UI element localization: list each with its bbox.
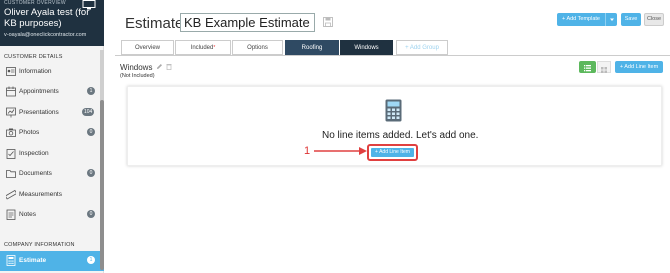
count-badge: 1 (87, 87, 95, 95)
ruler-icon (6, 189, 16, 200)
customer-overview-label: CUSTOMER OVERVIEW (4, 0, 66, 6)
count-badge: 104 (82, 108, 95, 116)
estimate-page: CUSTOMER OVERVIEW Oliver Ayala test (for… (0, 0, 670, 273)
tab-divider (115, 55, 670, 56)
trash-icon[interactable] (166, 63, 172, 70)
scrollbar-thumb[interactable] (100, 100, 104, 270)
company-information-heading: COMPANY INFORMATION (4, 242, 75, 248)
calculator-icon (385, 99, 402, 122)
inspection-icon (6, 149, 16, 159)
sidebar-item-label: Information (19, 68, 52, 75)
add-line-item-button-center[interactable]: + Add Line Item (371, 148, 414, 157)
sidebar-item-label: Photos (19, 129, 40, 136)
sidebar-item-label: Appointments (19, 88, 59, 95)
info-card-icon (6, 67, 16, 76)
tab-windows[interactable]: Windows (340, 40, 393, 55)
calculator-icon (6, 255, 16, 266)
customer-name: Oliver Ayala test (for KB purposes) (4, 7, 90, 29)
pencil-icon[interactable] (156, 63, 163, 70)
caret-down-icon (610, 18, 614, 21)
sidebar-item-label: Inspection (19, 150, 49, 157)
sidebar-item-information[interactable]: Information (0, 62, 100, 82)
count-badge: 1 (87, 256, 95, 264)
sidebar-item-inspection[interactable]: Inspection (0, 144, 100, 164)
step-number-annotation: 1 (304, 145, 311, 157)
group-status: (Not Included) (120, 73, 155, 79)
close-button[interactable]: Close (644, 13, 664, 26)
count-badge: 0 (87, 169, 95, 177)
sidebar-scrollbar[interactable] (100, 50, 104, 270)
customer-details-heading: CUSTOMER DETAILS (4, 54, 63, 60)
tab-included[interactable]: Included* (175, 40, 231, 55)
add-template-button[interactable]: + Add Template (557, 13, 617, 26)
sidebar: CUSTOMER OVERVIEW Oliver Ayala test (for… (0, 0, 104, 273)
group-title: Windows (120, 63, 153, 72)
tab-label: Roofing (301, 45, 323, 51)
tab-overview[interactable]: Overview (121, 40, 174, 55)
tab-add-group[interactable]: + Add Group (396, 40, 448, 55)
tab-roofing[interactable]: Roofing (285, 40, 339, 55)
sidebar-item-presentations[interactable]: Presentations 104 (0, 103, 100, 123)
grid-icon (601, 67, 607, 73)
estimate-name-input[interactable] (180, 13, 315, 32)
count-badge: 0 (87, 210, 95, 218)
sidebar-item-notes[interactable]: Notes 0 (0, 205, 100, 225)
estimate-label: Estimate: (125, 15, 188, 32)
add-template-dropdown-toggle[interactable] (605, 13, 617, 26)
folder-icon (6, 170, 16, 178)
sidebar-item-measurements[interactable]: Measurements (0, 185, 100, 205)
sidebar-item-label: Measurements (19, 191, 62, 198)
highlighted-add-line-item[interactable]: + Add Line Item (367, 144, 418, 161)
list-icon (584, 65, 591, 72)
floppy-disk-icon[interactable] (323, 17, 333, 27)
list-view-toggle[interactable] (579, 61, 596, 73)
tab-options[interactable]: Options (232, 40, 283, 55)
save-button[interactable]: Save (621, 13, 641, 26)
customer-email[interactable]: v-oayala@oneclickcontractor.com (4, 32, 86, 38)
tab-label: Options (247, 45, 268, 51)
arrow-right-icon (314, 147, 367, 155)
empty-state-message: No line items added. Let's add one. (322, 130, 479, 141)
tab-label: Windows (354, 45, 379, 51)
presentation-chart-icon (6, 107, 16, 118)
calendar-icon (6, 86, 16, 97)
grid-view-toggle[interactable] (597, 61, 611, 73)
sidebar-item-photos[interactable]: Photos 0 (0, 123, 100, 143)
add-line-item-button[interactable]: + Add Line Item (615, 61, 663, 73)
customer-overview-header: CUSTOMER OVERVIEW Oliver Ayala test (for… (0, 0, 104, 46)
sidebar-item-label: Notes (19, 211, 36, 218)
sidebar-item-documents[interactable]: Documents 0 (0, 164, 100, 184)
required-indicator: * (213, 45, 216, 51)
tab-label: + Add Group (405, 45, 439, 51)
tab-label: Overview (134, 45, 160, 51)
sidebar-item-label: Estimate (19, 257, 47, 264)
add-template-label: + Add Template (562, 16, 600, 22)
camera-icon (6, 128, 16, 137)
notes-icon (6, 209, 16, 220)
sidebar-item-label: Documents (19, 170, 52, 177)
sidebar-item-estimate[interactable]: Estimate 1 (0, 251, 104, 271)
sidebar-item-appointments[interactable]: Appointments 1 (0, 82, 100, 102)
sidebar-item-label: Presentations (19, 109, 59, 116)
tab-label: Included (190, 45, 214, 51)
count-badge: 0 (87, 128, 95, 136)
